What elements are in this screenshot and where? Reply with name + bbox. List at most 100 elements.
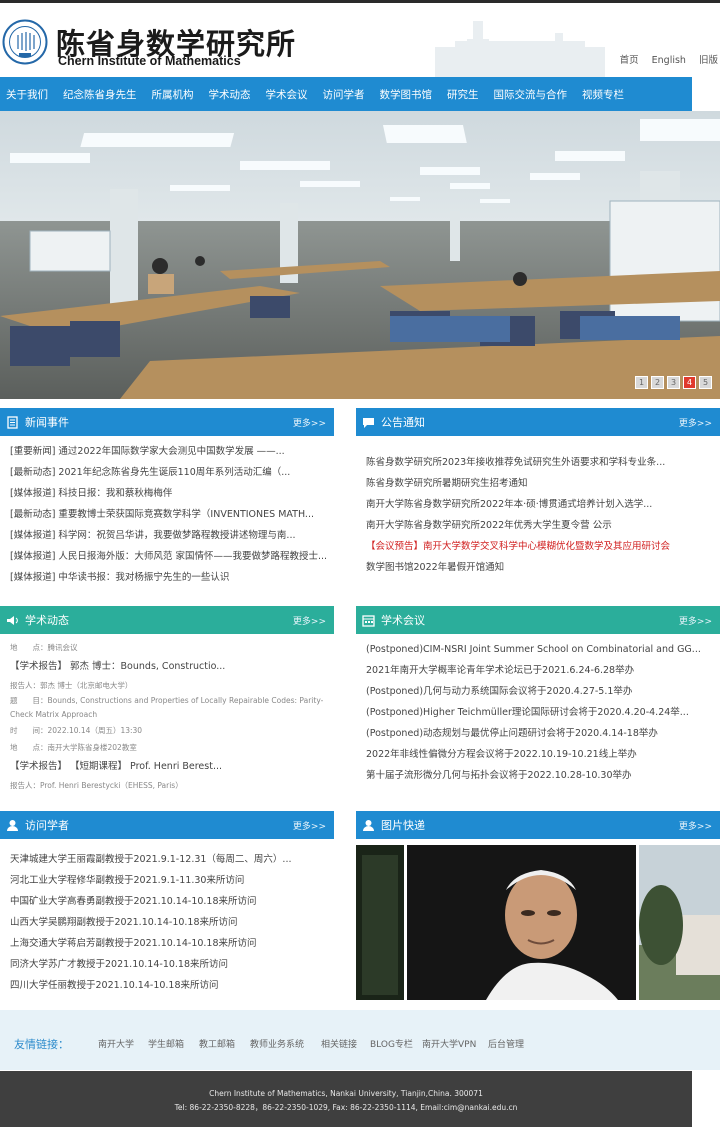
gallery-photo-right[interactable]: [639, 845, 720, 1000]
list-item[interactable]: 【学术报告】 【短期课程】 Prof. Henri Berest...: [10, 756, 334, 777]
footer-contact: Tel: 86-22-2350-8228，86-22-2350-1029, Fa…: [174, 1103, 518, 1112]
site-title-en[interactable]: Chern Institute of Mathematics: [58, 54, 241, 68]
visitors-more-link[interactable]: 更多>>: [293, 819, 326, 832]
list-item[interactable]: 2021年南开大学概率论青年学术论坛已于2021.6.24-6.28举办: [366, 660, 720, 681]
carousel-dot-4[interactable]: 4: [683, 376, 696, 389]
gallery-header: 图片快递 更多>>: [356, 811, 720, 839]
nav-visitors[interactable]: 访问学者: [323, 87, 365, 102]
list-item[interactable]: 南开大学陈省身数学研究所2022年优秀大学生夏令营 公示: [366, 515, 720, 536]
notice-panel: 公告通知 更多>> 陈省身数学研究所2023年接收推荐免试研究生外语要求和学科专…: [356, 408, 720, 598]
list-item[interactable]: 中国矿业大学高春勇副教授于2021.10.14-10.18来所访问: [10, 891, 334, 912]
friend-link[interactable]: 南开大学: [98, 1037, 134, 1050]
friend-link[interactable]: 后台管理: [488, 1037, 524, 1050]
nav-about[interactable]: 关于我们: [6, 87, 48, 102]
list-item: 地 点：南开大学陈省身楼202教室: [10, 743, 137, 752]
visitors-list: 天津城建大学王丽霞副教授于2021.9.1-12.31（每周二、周六）... 河…: [0, 839, 334, 996]
list-item[interactable]: [重要新闻] 通过2022年国际数学家大会测见中国数学发展 ——...: [10, 441, 334, 462]
nav-conferences[interactable]: 学术会议: [266, 87, 308, 102]
list-item[interactable]: 第十届子流形微分几何与拓扑会议将于2022.10.28-10.30举办: [366, 765, 720, 786]
footer-address: Chern Institute of Mathematics, Nankai U…: [209, 1089, 483, 1098]
nav-graduate[interactable]: 研究生: [447, 87, 479, 102]
list-item[interactable]: 同济大学苏广才教授于2021.10.14-10.18来所访问: [10, 954, 334, 975]
list-item[interactable]: (Postponed)动态规划与最优停止问题研讨会将于2020.4.14-18举…: [366, 723, 720, 744]
carousel-dot-5[interactable]: 5: [699, 376, 712, 389]
list-item[interactable]: [媒体报道] 科学网：祝贺吕华讲，我要做梦路程教授讲述物理与南...: [10, 525, 334, 546]
list-item[interactable]: [媒体报道] 科技日报：我和蔡秋梅梅伴: [10, 483, 334, 504]
top-links: 首页 English 旧版: [610, 52, 718, 66]
conference-header: 学术会议 更多>>: [356, 606, 720, 634]
banner-carousel[interactable]: 1 2 3 4 5: [0, 111, 720, 399]
notice-list: 陈省身数学研究所2023年接收推荐免试研究生外语要求和学科专业条... 陈省身数…: [356, 436, 720, 578]
friend-link[interactable]: 南开大学VPN: [422, 1037, 476, 1050]
notice-header: 公告通知 更多>>: [356, 408, 720, 436]
gallery-more-link[interactable]: 更多>>: [679, 819, 712, 832]
academic-panel: 学术动态 更多>> 地 点：腾讯会议 【学术报告】 郭杰 博士：Bounds, …: [0, 606, 334, 790]
list-item[interactable]: [最新动态] 重要教博士荣获国际竞赛数学科学（INVENTIONES MATH.…: [10, 504, 334, 525]
nav-library[interactable]: 数学图书馆: [380, 87, 433, 102]
speaker-icon: [7, 615, 18, 625]
conference-title: 学术会议: [381, 614, 425, 627]
list-item[interactable]: 四川大学任丽教授于2021.10.14-10.18来所访问: [10, 975, 334, 996]
list-item[interactable]: 2022年非线性偏微分方程会议将于2022.10.19-10.21线上举办: [366, 744, 720, 765]
list-item[interactable]: 山西大学吴鹏翔副教授于2021.10.14-10.18来所访问: [10, 912, 334, 933]
person-icon: [7, 819, 18, 831]
header: 陈省身数学研究所 Chern Institute of Mathematics …: [0, 3, 720, 77]
carousel-dot-1[interactable]: 1: [635, 376, 648, 389]
document-icon: [7, 415, 18, 429]
list-item[interactable]: 【会议预告】南开大学数学交叉科学中心模糊优化暨数学及其应用研讨会: [366, 536, 720, 557]
gallery-photo-portrait[interactable]: [407, 845, 636, 1000]
notice-more-link[interactable]: 更多>>: [679, 416, 712, 429]
list-item[interactable]: 河北工业大学程修华副教授于2021.9.1-11.30来所访问: [10, 870, 334, 891]
list-item[interactable]: [媒体报道] 中华读书报：我对杨振宁先生的一些认识: [10, 567, 334, 588]
academic-list: 地 点：腾讯会议 【学术报告】 郭杰 博士：Bounds, Constructi…: [0, 634, 334, 794]
building-watermark: [435, 21, 605, 77]
news-title: 新闻事件: [25, 416, 69, 429]
list-item[interactable]: (Postponed)Higher Teichmüller理论国际研讨会将于20…: [366, 702, 720, 723]
friend-link[interactable]: 学生邮箱: [148, 1037, 184, 1050]
list-item[interactable]: 数学图书馆2022年暑假开馆通知: [366, 557, 720, 578]
news-more-link[interactable]: 更多>>: [293, 416, 326, 429]
gallery-title: 图片快递: [381, 819, 425, 832]
conference-more-link[interactable]: 更多>>: [679, 614, 712, 627]
list-item[interactable]: 陈省身数学研究所2023年接收推荐免试研究生外语要求和学科专业条...: [366, 452, 720, 473]
nav-memorial[interactable]: 纪念陈省身先生: [63, 87, 137, 102]
academic-more-link[interactable]: 更多>>: [293, 614, 326, 627]
list-item: 题 目：Bounds, Constructions and Properties…: [10, 696, 324, 719]
institute-seal-icon[interactable]: [2, 19, 48, 65]
english-link[interactable]: English: [652, 55, 686, 66]
list-item: 报告人：郭杰 博士（北京邮电大学）: [10, 681, 133, 690]
nav-international[interactable]: 国际交流与合作: [494, 87, 568, 102]
footer: Chern Institute of Mathematics, Nankai U…: [0, 1071, 692, 1127]
list-item[interactable]: 南开大学陈省身数学研究所2022年本·硕·博贯通式培养计划入选学...: [366, 494, 720, 515]
list-item: 时 间：2022.10.14（周五）13:30: [10, 726, 143, 735]
visitors-title: 访问学者: [25, 819, 69, 832]
home-link[interactable]: 首页: [620, 55, 639, 66]
carousel-dot-2[interactable]: 2: [651, 376, 664, 389]
list-item: 地 点：腾讯会议: [10, 643, 78, 652]
conference-panel: 学术会议 更多>> (Postponed)CIM-NSRI Joint Summ…: [356, 606, 720, 796]
list-item[interactable]: 【学术报告】 郭杰 博士：Bounds, Constructio...: [10, 656, 334, 677]
list-item[interactable]: [最新动态] 2021年纪念陈省身先生诞辰110周年系列活动汇编（...: [10, 462, 334, 483]
main-nav: 关于我们 纪念陈省身先生 所属机构 学术动态 学术会议 访问学者 数学图书馆 研…: [0, 77, 692, 111]
list-item[interactable]: 上海交通大学蒋启芳副教授于2021.10.14-10.18来所访问: [10, 933, 334, 954]
list-item[interactable]: [媒体报道] 人民日报海外版：大师风范 家国情怀——我要做梦路程教授士...: [10, 546, 334, 567]
gallery-images: [356, 845, 720, 1000]
gallery-panel: 图片快递 更多>>: [356, 811, 720, 839]
old-version-link[interactable]: 旧版: [699, 55, 718, 66]
nav-video[interactable]: 视频专栏: [582, 87, 624, 102]
friend-links-label: 友情链接：: [14, 1038, 69, 1051]
list-item[interactable]: 陈省身数学研究所暑期研究生招考通知: [366, 473, 720, 494]
list-item[interactable]: (Postponed)几何与动力系统国际会议将于2020.4.27-5.1举办: [366, 681, 720, 702]
friend-link[interactable]: BLOG专栏: [370, 1037, 413, 1050]
friend-link[interactable]: 教师业务系统: [250, 1037, 304, 1050]
academic-title: 学术动态: [25, 614, 69, 627]
nav-academic-news[interactable]: 学术动态: [209, 87, 251, 102]
friend-link[interactable]: 相关链接: [321, 1037, 357, 1050]
photo-gallery: [356, 845, 720, 1000]
friend-link[interactable]: 教工邮箱: [199, 1037, 235, 1050]
nav-institutions[interactable]: 所属机构: [152, 87, 194, 102]
list-item[interactable]: (Postponed)CIM-NSRI Joint Summer School …: [366, 639, 720, 660]
person-icon: [363, 819, 374, 831]
list-item[interactable]: 天津城建大学王丽霞副教授于2021.9.1-12.31（每周二、周六）...: [10, 849, 334, 870]
carousel-dot-3[interactable]: 3: [667, 376, 680, 389]
